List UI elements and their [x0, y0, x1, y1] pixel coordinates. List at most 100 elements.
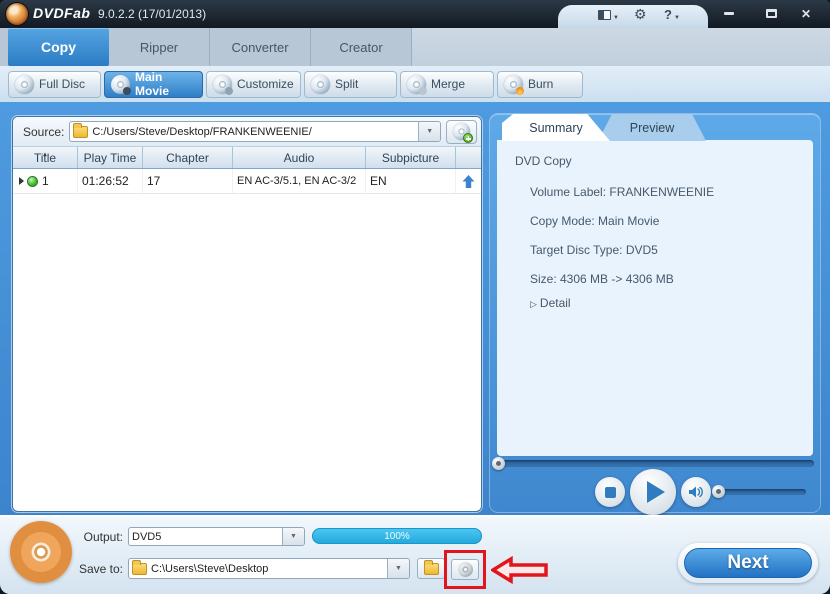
tabbar-filler: [412, 28, 830, 66]
table-row[interactable]: 1 01:26:52 17 EN AC-3/5.1, EN AC-3/2 EN: [13, 169, 481, 194]
folder-icon: [132, 559, 147, 575]
column-label: Subpicture: [381, 150, 440, 165]
app-version: 9.0.2.2 (17/01/2013): [98, 7, 207, 21]
chevron-down-icon: [613, 6, 619, 24]
minimize-icon: [724, 12, 734, 15]
tabbar-padding: [0, 28, 8, 66]
maximize-button[interactable]: [758, 6, 784, 21]
disc-type-line: Target Disc Type: DVD5: [530, 243, 658, 257]
output-combobox[interactable]: DVD5: [128, 527, 305, 546]
open-folder-icon: [423, 559, 439, 575]
column-header-chapter[interactable]: Chapter: [143, 147, 233, 168]
subpicture-cell: EN: [366, 169, 456, 193]
titlebar: DVDFab 9.0.2.2 (17/01/2013) ?: [0, 0, 830, 28]
titlebar-swoosh: [558, 5, 708, 28]
title-cell: 1: [13, 169, 78, 193]
close-button[interactable]: [793, 6, 819, 21]
stop-button[interactable]: [595, 477, 625, 507]
mode-toolbar: Full Disc Main Movie Customize Split Mer…: [0, 66, 830, 102]
tab-ripper[interactable]: Ripper: [109, 28, 210, 66]
stop-icon: [604, 486, 616, 498]
help-menu-button[interactable]: ?: [664, 7, 680, 22]
mode-label: Customize: [237, 77, 294, 91]
save-dropdown-button[interactable]: [387, 559, 409, 578]
mode-label: Burn: [528, 77, 554, 91]
skin-menu-button[interactable]: [598, 8, 619, 21]
mode-label: Split: [335, 77, 359, 91]
settings-button[interactable]: [634, 8, 647, 21]
seek-slider[interactable]: [496, 460, 814, 467]
mode-customize-button[interactable]: Customize: [206, 70, 301, 98]
column-header-audio[interactable]: Audio: [233, 147, 366, 168]
play-icon: [646, 481, 665, 503]
film-accent-icon: [123, 86, 131, 95]
mode-split-button[interactable]: Split: [304, 70, 397, 98]
move-up-icon[interactable]: [462, 174, 475, 188]
volume-label-line: Volume Label: FRANKENWEENIE: [530, 185, 715, 199]
disc-icon: [15, 74, 34, 94]
column-header-play-time[interactable]: Play Time: [78, 147, 143, 168]
dvdfab-window: DVDFab 9.0.2.2 (17/01/2013) ? Copy Rippe…: [0, 0, 830, 594]
source-row: Source: C:/Users/Steve/Desktop/FRANKENWE…: [13, 117, 481, 147]
output-label: Output:: [83, 530, 123, 544]
annotation-arrow-icon: [491, 556, 548, 584]
source-path-value: C:/Users/Steve/Desktop/FRANKENWEENIE/: [92, 125, 312, 138]
progress-bar: 100%: [312, 528, 482, 544]
source-panel: Source: C:/Users/Steve/Desktop/FRANKENWE…: [12, 116, 482, 512]
volume-slider[interactable]: [718, 489, 806, 495]
output-dropdown-button[interactable]: [282, 528, 304, 545]
column-label: Audio: [283, 150, 315, 165]
tab-copy[interactable]: Copy: [8, 28, 109, 66]
mode-merge-button[interactable]: Merge: [400, 70, 494, 98]
maximize-icon: [765, 9, 777, 18]
column-header-actions: [456, 147, 481, 168]
tab-creator[interactable]: Creator: [311, 28, 412, 66]
audio-cell: EN AC-3/5.1, EN AC-3/2: [233, 169, 366, 193]
bottom-bar: Output: DVD5 100% Save to: C:\Users\Stev…: [0, 515, 830, 594]
browse-folder-button[interactable]: [417, 558, 445, 579]
disc-wrench-icon: [213, 74, 233, 95]
app-title: DVDFab: [33, 5, 91, 21]
merge-accent-icon: [419, 86, 427, 95]
volume-slider-thumb[interactable]: [712, 485, 725, 498]
expand-detail-icon: [530, 296, 537, 310]
selected-title-icon: [27, 175, 38, 187]
output-value: DVD5: [132, 530, 162, 543]
detail-expander[interactable]: Detail: [530, 296, 571, 310]
save-path-value: C:\Users\Steve\Desktop: [151, 562, 269, 575]
column-header-subpicture[interactable]: Subpicture: [366, 147, 456, 168]
tab-summary[interactable]: Summary: [502, 114, 610, 141]
close-icon: [801, 5, 811, 23]
mode-label: Full Disc: [39, 77, 86, 91]
disc-icon: [311, 74, 330, 94]
save-to-label: Save to:: [78, 562, 123, 576]
save-path-combobox[interactable]: C:\Users\Steve\Desktop: [128, 558, 410, 579]
expand-row-icon[interactable]: [19, 177, 24, 185]
mode-full-disc-button[interactable]: Full Disc: [8, 70, 101, 98]
minimize-button[interactable]: [716, 6, 742, 21]
workspace: Source: C:/Users/Steve/Desktop/FRANKENWE…: [0, 102, 830, 515]
skin-icon: [598, 9, 611, 20]
source-label: Source:: [23, 124, 65, 139]
play-button[interactable]: [630, 469, 676, 515]
sort-ascending-icon: [42, 145, 48, 159]
source-dropdown-button[interactable]: [418, 122, 441, 141]
column-label: Chapter: [166, 150, 209, 165]
copy-mode-line: Copy Mode: Main Movie: [530, 214, 660, 228]
column-header-title[interactable]: Title: [13, 147, 78, 168]
next-button[interactable]: Next: [684, 548, 812, 578]
add-source-button[interactable]: [446, 119, 477, 144]
disc-film-icon: [111, 74, 131, 95]
tab-converter[interactable]: Converter: [210, 28, 311, 66]
tab-preview[interactable]: Preview: [598, 114, 706, 141]
source-path-combobox[interactable]: C:/Users/Steve/Desktop/FRANKENWEENIE/: [69, 121, 442, 142]
disc-add-icon: [453, 123, 474, 143]
seek-slider-thumb[interactable]: [492, 457, 505, 470]
mode-burn-button[interactable]: Burn: [497, 70, 583, 98]
table-header: Title Play Time Chapter Audio Subpicture: [13, 147, 481, 169]
gear-icon: [634, 6, 647, 24]
mode-main-movie-button[interactable]: Main Movie: [104, 70, 203, 98]
volume-button[interactable]: [681, 477, 711, 507]
folder-icon: [73, 122, 89, 138]
chapter-cell: 17: [143, 169, 233, 193]
